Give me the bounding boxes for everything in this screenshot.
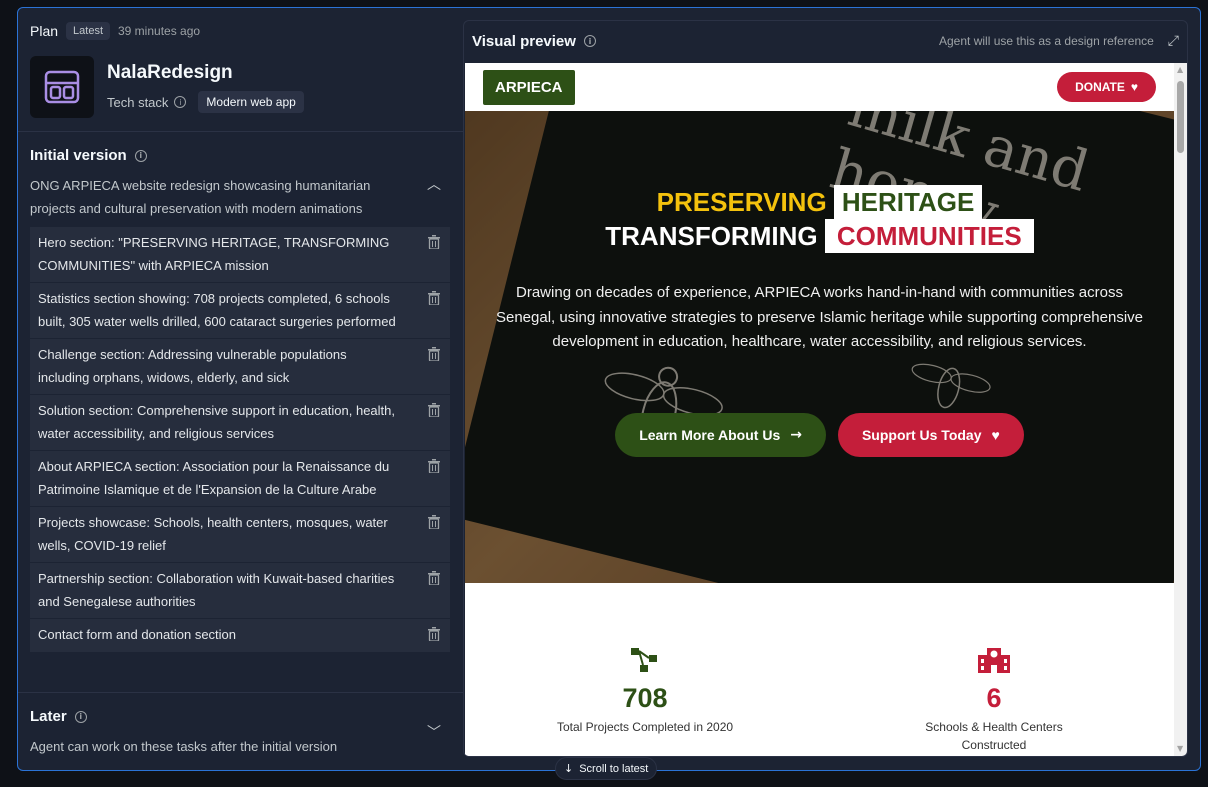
stat-schools: 6 Schools & Health Centers Constructed [894,646,1094,754]
task-item[interactable]: Statistics section showing: 708 projects… [30,283,450,339]
task-text: Statistics section showing: 708 projects… [38,291,396,329]
task-text: Contact form and donation section [38,627,237,642]
preview-meta: Agent will use this as a design referenc… [939,33,1179,49]
arrow-right-icon: → [790,427,802,443]
divider [18,692,463,693]
scroll-thumb[interactable] [1177,81,1184,153]
stat-label: Schools & Health Centers Constructed [925,720,1063,752]
trash-icon[interactable] [428,515,440,529]
task-item[interactable]: About ARPIECA section: Association pour … [30,451,450,507]
trash-icon[interactable] [428,235,440,249]
trash-icon[interactable] [428,291,440,305]
task-text: Solution section: Comprehensive support … [38,403,395,441]
initial-version-title: Initial version i [30,147,147,164]
preview-scrollbar[interactable]: ▲ ▼ [1174,63,1187,756]
plan-timestamp: 39 minutes ago [118,24,201,38]
trash-icon[interactable] [428,627,440,641]
hero-word-preserving: PRESERVING [656,187,827,217]
stat-number: 708 [622,683,668,713]
info-icon[interactable]: i [134,149,147,162]
chevron-down-icon[interactable]: ﹀ [427,722,441,742]
plan-label: Plan [30,23,59,39]
info-icon[interactable]: i [583,35,596,47]
task-item[interactable]: Challenge section: Addressing vulnerable… [30,339,450,395]
support-button[interactable]: Support Us Today ♥ [837,413,1024,457]
tech-stack-badge: Modern web app [198,91,304,113]
visual-preview-panel: Visual preview i Agent will use this as … [463,20,1188,757]
donate-label: DONATE [1075,80,1125,94]
task-text: Hero section: "PRESERVING HERITAGE, TRAN… [38,235,390,273]
stat-projects: 708 Total Projects Completed in 2020 [545,646,745,736]
hero-section: milk and honey PRESERVING [465,111,1174,583]
tech-stack-label: Tech stack [107,94,169,110]
trash-icon[interactable] [428,347,440,361]
task-text: Challenge section: Addressing vulnerable… [38,347,347,385]
info-icon[interactable]: i [74,710,87,723]
tech-stack-row: Tech stack i Modern web app [107,91,304,113]
task-item[interactable]: Hero section: "PRESERVING HERITAGE, TRAN… [30,227,450,283]
network-icon [631,648,657,672]
task-item[interactable]: Contact form and donation section [30,619,450,653]
stat-label: Total Projects Completed in 2020 [556,720,734,734]
site-logo[interactable]: ARPIECA [483,70,575,105]
divider [18,131,463,132]
latest-badge: Latest [66,22,110,40]
info-icon[interactable]: i [174,96,187,108]
hero-buttons: Learn More About Us → Support Us Today ♥ [465,413,1174,457]
task-item[interactable]: Partnership section: Collaboration with … [30,563,450,619]
preview-title: Visual preview i [472,33,596,50]
plan-panel: Plan Latest 39 minutes ago NalaRedesign … [18,8,463,770]
preview-meta-text: Agent will use this as a design referenc… [939,34,1154,48]
hero-word-transforming: TRANSFORMING [605,221,818,251]
arrow-down-icon: ↓ [564,762,574,775]
task-item[interactable]: Projects showcase: Schools, health cente… [30,507,450,563]
hero-description: Drawing on decades of experience, ARPIEC… [495,284,1144,350]
app-title: NalaRedesign [107,62,233,83]
task-item[interactable]: Solution section: Comprehensive support … [30,395,450,451]
scroll-to-latest-button[interactable]: ↓ Scroll to latest [555,757,658,780]
initial-version-desc: ONG ARPIECA website redesign showcasing … [30,178,371,216]
scroll-to-latest-label: Scroll to latest [579,762,649,775]
preview-title-label: Visual preview [472,32,576,50]
task-text: About ARPIECA section: Association pour … [38,459,390,497]
hero-word-communities: COMMUNITIES [824,219,1034,253]
hero-heading-line2: TRANSFORMING COMMUNITIES [465,219,1174,253]
plan-frame: Plan Latest 39 minutes ago NalaRedesign … [17,7,1201,771]
school-icon [978,648,1010,673]
chevron-up-icon[interactable]: ︿ [427,174,441,194]
preview-header: Visual preview i Agent will use this as … [464,21,1187,61]
heart-icon: ♥ [1130,80,1138,94]
app-layout-icon [30,56,94,118]
stat-number: 6 [986,683,1002,713]
learn-more-label: Learn More About Us [639,427,781,443]
plan-header: Plan Latest 39 minutes ago [30,22,200,40]
statistics-section: 708 Total Projects Completed in 2020 6 S… [465,583,1174,756]
trash-icon[interactable] [428,459,440,473]
task-list: Hero section: "PRESERVING HERITAGE, TRAN… [30,227,450,653]
trash-icon[interactable] [428,403,440,417]
heart-icon: ♥ [991,427,1000,443]
initial-version-label: Initial version [30,147,127,164]
scroll-down-icon[interactable]: ▼ [1177,744,1183,753]
later-title: Later i [30,708,87,725]
donate-button[interactable]: DONATE ♥ [1057,72,1156,102]
app-info: NalaRedesign Tech stack i Modern web app [30,56,304,118]
learn-more-button[interactable]: Learn More About Us → [615,413,826,457]
later-desc: Agent can work on these tasks after the … [30,739,338,754]
website-preview[interactable]: ARPIECA DONATE ♥ milk and honey [465,63,1174,756]
expand-icon[interactable]: ⤢ [1168,33,1179,49]
trash-icon[interactable] [428,571,440,585]
support-label: Support Us Today [861,427,982,443]
task-text: Projects showcase: Schools, health cente… [38,515,388,553]
scroll-up-icon[interactable]: ▲ [1177,65,1183,74]
hero-word-heritage: HERITAGE [833,185,983,219]
hero-heading-line1: PRESERVING HERITAGE [465,185,1174,219]
later-label: Later [30,708,67,725]
task-text: Partnership section: Collaboration with … [38,571,395,609]
site-nav: ARPIECA DONATE ♥ [465,63,1174,111]
